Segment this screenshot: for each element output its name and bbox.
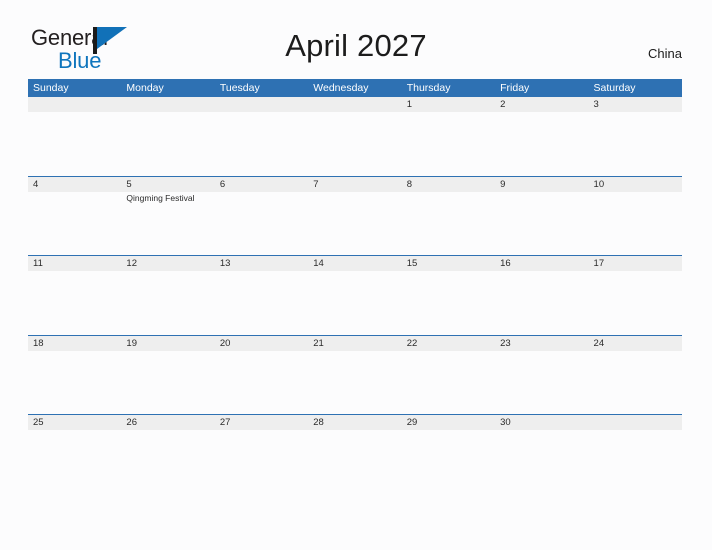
day-events-26 <box>121 430 214 492</box>
day-header-sunday: Sunday <box>33 82 69 94</box>
calendar-week-row: 25 26 27 28 29 30 <box>28 413 682 493</box>
day-events-4 <box>28 192 121 254</box>
day-header-thursday: Thursday <box>406 82 451 94</box>
day-events-25 <box>28 430 121 492</box>
date-cell-19[interactable]: 19 <box>121 336 214 351</box>
week-event-body: Qingming Festival <box>28 192 682 254</box>
day-events-16 <box>495 271 588 333</box>
date-cell-12[interactable]: 12 <box>121 256 214 271</box>
day-events-10 <box>589 192 682 254</box>
day-events-9 <box>495 192 588 254</box>
date-cell-13[interactable]: 13 <box>215 256 308 271</box>
date-cell-28[interactable]: 28 <box>308 415 401 430</box>
day-header-saturday: Saturday <box>593 82 636 94</box>
day-events-19 <box>121 351 214 413</box>
day-header-friday: Friday <box>500 82 530 94</box>
calendar-week-row: 18 19 20 21 22 23 24 <box>28 334 682 414</box>
date-cell-1[interactable]: 1 <box>402 97 495 112</box>
date-cell-8[interactable]: 8 <box>402 177 495 192</box>
date-cell-empty-wednesday <box>308 97 401 112</box>
date-cell-empty-tuesday <box>215 97 308 112</box>
day-events-7 <box>308 192 401 254</box>
date-cell-29[interactable]: 29 <box>402 415 495 430</box>
date-cell-14[interactable]: 14 <box>308 256 401 271</box>
day-events-29 <box>402 430 495 492</box>
day-events-30 <box>495 430 588 492</box>
week-event-body <box>28 430 682 492</box>
date-cell-21[interactable]: 21 <box>308 336 401 351</box>
day-events-empty-saturday <box>589 430 682 492</box>
date-cell-27[interactable]: 27 <box>215 415 308 430</box>
date-cell-empty-saturday <box>589 415 682 430</box>
day-events-23 <box>495 351 588 413</box>
day-of-week-header-row: Sunday Monday Tuesday Wednesday Thursday… <box>28 79 682 97</box>
date-cell-3[interactable]: 3 <box>589 97 682 112</box>
day-events-3 <box>589 112 682 174</box>
date-cell-16[interactable]: 16 <box>495 256 588 271</box>
date-cell-5[interactable]: 5 <box>121 177 214 192</box>
day-events-empty-monday <box>121 112 214 174</box>
day-events-empty-tuesday <box>215 112 308 174</box>
date-cell-4[interactable]: 4 <box>28 177 121 192</box>
day-header-tuesday: Tuesday <box>219 82 260 94</box>
week-date-strip: 4 5 6 7 8 9 10 <box>28 177 682 193</box>
day-events-12 <box>121 271 214 333</box>
week-date-strip: 11 12 13 14 15 16 17 <box>28 256 682 272</box>
day-events-18 <box>28 351 121 413</box>
day-events-2 <box>495 112 588 174</box>
day-events-27 <box>215 430 308 492</box>
page-header: General Blue April 2027 China <box>0 0 712 76</box>
week-event-body <box>28 112 682 174</box>
date-cell-22[interactable]: 22 <box>402 336 495 351</box>
day-events-6 <box>215 192 308 254</box>
date-cell-empty-sunday <box>28 97 121 112</box>
day-header-wednesday: Wednesday <box>313 82 369 94</box>
day-events-11 <box>28 271 121 333</box>
date-cell-23[interactable]: 23 <box>495 336 588 351</box>
date-cell-26[interactable]: 26 <box>121 415 214 430</box>
day-events-13 <box>215 271 308 333</box>
calendar-week-row: 4 5 6 7 8 9 10 Qingming Festival <box>28 176 682 256</box>
date-cell-17[interactable]: 17 <box>589 256 682 271</box>
date-cell-6[interactable]: 6 <box>215 177 308 192</box>
week-date-strip: 18 19 20 21 22 23 24 <box>28 335 682 351</box>
week-event-body <box>28 351 682 413</box>
day-events-1 <box>402 112 495 174</box>
day-events-24 <box>589 351 682 413</box>
day-events-14 <box>308 271 401 333</box>
date-cell-9[interactable]: 9 <box>495 177 588 192</box>
day-events-8 <box>402 192 495 254</box>
calendar-week-row: 123 <box>28 97 682 177</box>
date-cell-10[interactable]: 10 <box>589 177 682 192</box>
date-cell-7[interactable]: 7 <box>308 177 401 192</box>
date-cell-30[interactable]: 30 <box>495 415 588 430</box>
day-events-empty-sunday <box>28 112 121 174</box>
calendar-weeks: 1 2 3 4 5 6 7 8 9 10 Qingming Festival 11 12 13 14 15 16… <box>28 97 682 493</box>
week-event-body <box>28 271 682 333</box>
day-events-22 <box>402 351 495 413</box>
week-date-strip: 25 26 27 28 29 30 <box>28 414 682 430</box>
date-cell-15[interactable]: 15 <box>402 256 495 271</box>
day-header-monday: Monday <box>126 82 164 94</box>
day-events-15 <box>402 271 495 333</box>
date-cell-18[interactable]: 18 <box>28 336 121 351</box>
region-label: China <box>648 46 682 61</box>
page-title: April 2027 <box>285 28 427 63</box>
week-date-strip: 123 <box>28 97 682 112</box>
day-events-28 <box>308 430 401 492</box>
day-events-17 <box>589 271 682 333</box>
calendar-week-row: 11 12 13 14 15 16 17 <box>28 255 682 335</box>
date-cell-24[interactable]: 24 <box>589 336 682 351</box>
day-events-empty-wednesday <box>308 112 401 174</box>
day-events-20 <box>215 351 308 413</box>
date-cell-2[interactable]: 2 <box>495 97 588 112</box>
day-events-21 <box>308 351 401 413</box>
date-cell-11[interactable]: 11 <box>28 256 121 271</box>
day-events-5: Qingming Festival <box>121 192 214 254</box>
date-cell-empty-monday <box>121 97 214 112</box>
calendar-event[interactable]: Qingming Festival <box>126 193 214 204</box>
calendar-grid: Sunday Monday Tuesday Wednesday Thursday… <box>28 79 682 493</box>
date-cell-20[interactable]: 20 <box>215 336 308 351</box>
date-cell-25[interactable]: 25 <box>28 415 121 430</box>
